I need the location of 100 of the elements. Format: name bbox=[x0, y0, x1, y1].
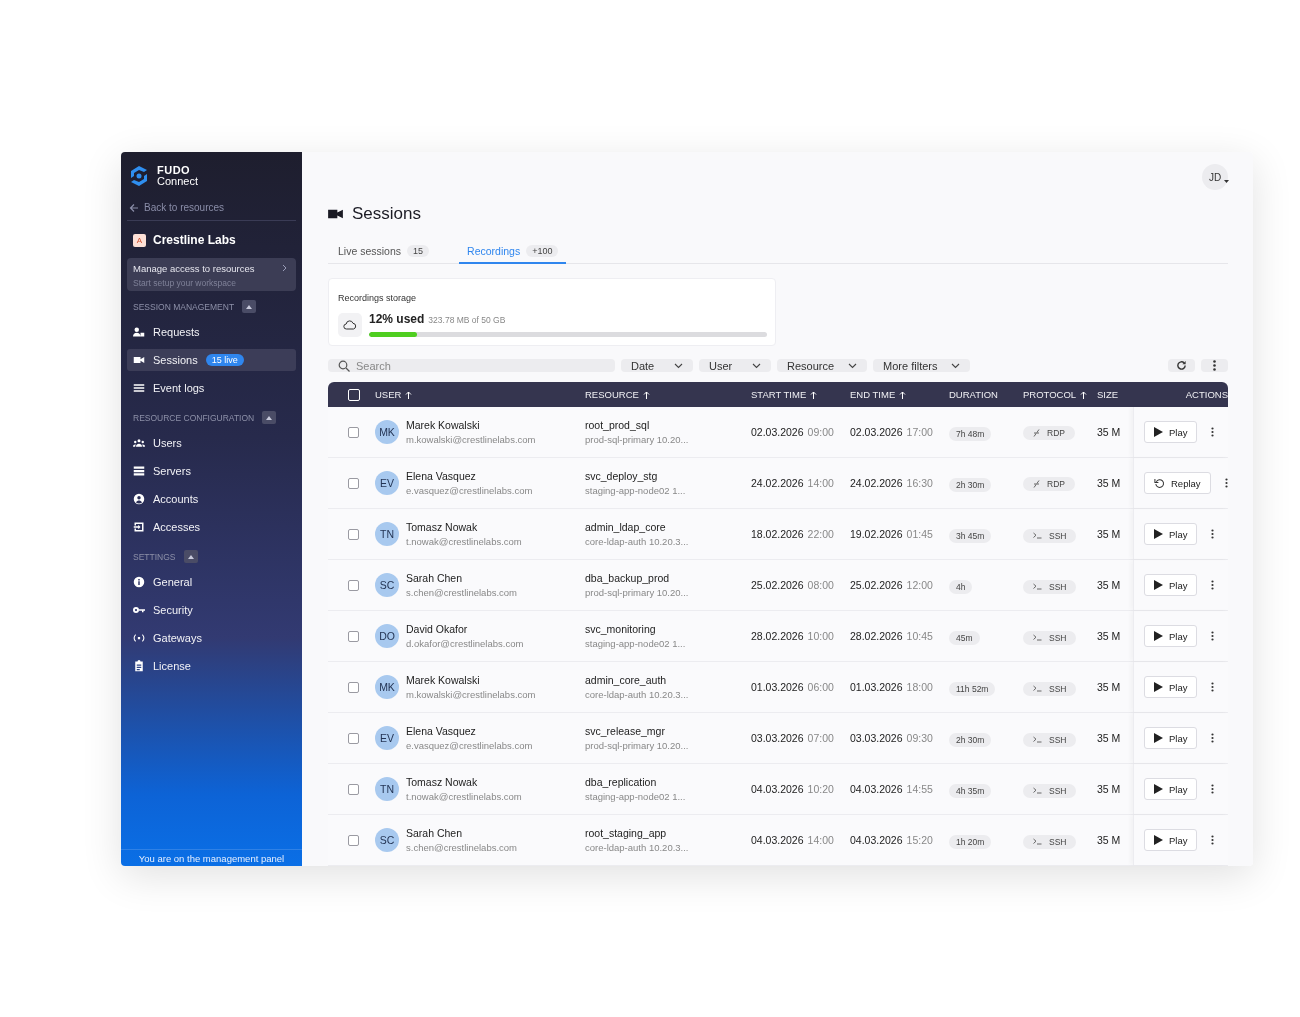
row-checkbox[interactable] bbox=[348, 579, 359, 591]
replay-button[interactable]: Replay bbox=[1144, 472, 1211, 494]
resource-name: root_staging_app bbox=[585, 827, 668, 839]
nav-item[interactable]: Accesses bbox=[127, 516, 296, 538]
user-email: t.nowak@crestlinelabs.com bbox=[406, 536, 522, 547]
size-value: 35 M bbox=[1097, 477, 1122, 489]
collapse-toggle[interactable] bbox=[183, 550, 198, 563]
row-checkbox[interactable] bbox=[348, 834, 359, 846]
filter-dropdown[interactable]: User bbox=[699, 359, 771, 372]
start-time: 10:20 bbox=[807, 783, 834, 795]
setup-card[interactable]: Manage access to resources Start setup your workspace bbox=[127, 258, 296, 291]
search-field[interactable]: Search bbox=[328, 359, 615, 372]
user-menu[interactable]: JD bbox=[1202, 164, 1228, 190]
row-checkbox[interactable] bbox=[348, 528, 359, 540]
terminal-icon bbox=[1033, 532, 1042, 539]
duration-pill: 11h 52m bbox=[949, 682, 996, 696]
nav-item[interactable]: Accounts bbox=[127, 488, 296, 510]
play-button[interactable]: Play bbox=[1144, 523, 1198, 545]
key-icon bbox=[133, 604, 145, 616]
select-all-checkbox[interactable] bbox=[348, 388, 360, 401]
nav-item[interactable]: General bbox=[127, 571, 296, 593]
row-menu-icon[interactable] bbox=[1211, 631, 1215, 641]
column-header[interactable]: START TIME bbox=[751, 389, 850, 400]
storage-used: 12% used bbox=[369, 312, 425, 326]
row-menu-icon[interactable] bbox=[1211, 580, 1215, 590]
nav-item[interactable]: Security bbox=[127, 599, 296, 621]
end-date: 25.02.2026 bbox=[850, 579, 903, 591]
row-menu-icon[interactable] bbox=[1211, 529, 1215, 539]
column-header[interactable]: RESOURCE bbox=[585, 389, 751, 400]
protocol-label: SSH bbox=[1049, 836, 1067, 847]
row-checkbox[interactable] bbox=[348, 426, 359, 438]
column-header[interactable]: USER bbox=[375, 389, 585, 400]
play-button[interactable]: Play bbox=[1144, 829, 1198, 851]
collapse-toggle[interactable] bbox=[242, 300, 257, 313]
row-menu-icon[interactable] bbox=[1211, 835, 1215, 845]
filter-dropdown[interactable]: More filters bbox=[873, 359, 971, 372]
play-button[interactable]: Play bbox=[1144, 574, 1198, 596]
row-checkbox[interactable] bbox=[348, 477, 359, 489]
play-button[interactable]: Play bbox=[1144, 625, 1198, 647]
column-header[interactable]: DURATION bbox=[949, 389, 1023, 400]
resource-name: admin_ldap_core bbox=[585, 521, 667, 533]
back-link[interactable]: Back to resources bbox=[127, 188, 296, 221]
live-badge: 15 live bbox=[205, 354, 244, 366]
end-date: 24.02.2026 bbox=[850, 477, 903, 489]
resource-host: staging-app-node02 1... bbox=[585, 791, 687, 802]
end-time: 15:20 bbox=[906, 834, 933, 846]
row-menu-icon[interactable] bbox=[1211, 784, 1215, 794]
row-checkbox[interactable] bbox=[348, 681, 359, 693]
play-button[interactable]: Play bbox=[1144, 421, 1198, 443]
resource-host: core-ldap-auth 10.20.3... bbox=[585, 842, 690, 853]
user-email: t.nowak@crestlinelabs.com bbox=[406, 791, 522, 802]
nav-item[interactable]: Gateways bbox=[127, 627, 296, 649]
row-checkbox[interactable] bbox=[348, 630, 359, 642]
resource-name: dba_replication bbox=[585, 776, 658, 788]
row-menu-icon[interactable] bbox=[1224, 478, 1228, 488]
start-time: 22:00 bbox=[807, 528, 834, 540]
column-header[interactable]: PROTOCOL bbox=[1023, 389, 1097, 400]
nav-item[interactable]: Users bbox=[127, 432, 296, 454]
row-menu-icon[interactable] bbox=[1211, 733, 1215, 743]
nav-item[interactable]: License bbox=[127, 655, 296, 677]
nav-item[interactable]: Requests bbox=[127, 321, 296, 343]
user-email: e.vasquez@crestlinelabs.com bbox=[406, 740, 533, 751]
sort-arrow-icon bbox=[810, 390, 818, 399]
more-button[interactable] bbox=[1201, 359, 1228, 372]
end-time: 09:30 bbox=[906, 732, 933, 744]
column-header[interactable]: ACTIONS bbox=[1133, 389, 1229, 400]
column-header[interactable]: SIZE bbox=[1097, 389, 1133, 400]
resource-name: admin_core_auth bbox=[585, 674, 668, 686]
resource-host: staging-app-node02 1... bbox=[585, 485, 687, 496]
play-button[interactable]: Play bbox=[1144, 778, 1198, 800]
collapse-toggle[interactable] bbox=[262, 411, 277, 424]
play-button[interactable]: Play bbox=[1144, 676, 1198, 698]
user-name: Sarah Chen bbox=[406, 572, 464, 584]
user-name: Marek Kowalski bbox=[406, 674, 481, 686]
size-value: 35 M bbox=[1097, 732, 1122, 744]
user-avatar: SC bbox=[375, 573, 399, 597]
end-time: 16:30 bbox=[906, 477, 933, 489]
nav-item[interactable]: Event logs bbox=[127, 377, 296, 399]
row-checkbox[interactable] bbox=[348, 783, 359, 795]
section-heading: SESSION MANAGEMENT bbox=[133, 301, 235, 312]
protocol-label: SSH bbox=[1049, 785, 1067, 796]
chevron-down-icon bbox=[674, 362, 683, 369]
refresh-button[interactable] bbox=[1168, 359, 1195, 372]
play-button[interactable]: Play bbox=[1144, 727, 1198, 749]
workspace-name: Crestline Labs bbox=[153, 233, 236, 247]
row-menu-icon[interactable] bbox=[1211, 682, 1215, 692]
row-checkbox[interactable] bbox=[348, 732, 359, 744]
chevron-down-icon bbox=[752, 362, 761, 369]
servers-icon bbox=[133, 465, 145, 477]
size-value: 35 M bbox=[1097, 528, 1122, 540]
column-header[interactable]: END TIME bbox=[850, 389, 949, 400]
nav-item[interactable]: Sessions 15 live bbox=[127, 349, 296, 371]
duration-pill: 2h 30m bbox=[949, 478, 992, 492]
setup-subtitle: Start setup your workspace bbox=[133, 278, 236, 288]
nav-item[interactable]: Servers bbox=[127, 460, 296, 482]
tab[interactable]: Recordings +100 bbox=[459, 243, 567, 264]
row-menu-icon[interactable] bbox=[1211, 427, 1215, 437]
filter-dropdown[interactable]: Resource bbox=[777, 359, 868, 372]
tab[interactable]: Live sessions 15 bbox=[330, 243, 438, 264]
filter-dropdown[interactable]: Date bbox=[621, 359, 693, 372]
